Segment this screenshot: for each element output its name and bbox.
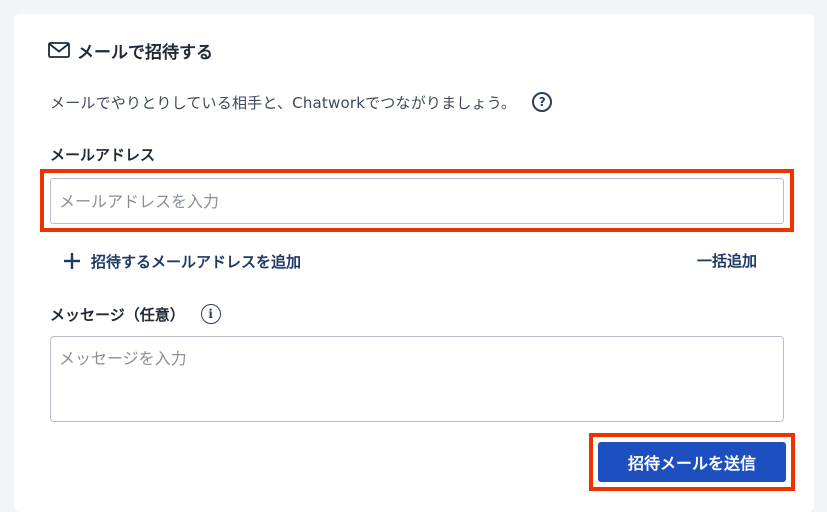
add-email-label: 招待するメールアドレスを追加: [91, 252, 302, 271]
info-circle-icon[interactable]: i: [200, 304, 221, 324]
message-textarea[interactable]: [50, 336, 784, 422]
section-header: メールで招待する: [48, 38, 213, 63]
mail-icon: [48, 42, 70, 58]
message-label: メッセージ（任意）: [50, 305, 185, 324]
section-title: メールで招待する: [77, 42, 213, 63]
plus-icon: [64, 253, 80, 269]
send-invite-button[interactable]: 招待メールを送信: [598, 442, 786, 482]
add-email-button[interactable]: 招待するメールアドレスを追加: [62, 250, 301, 272]
question-circle-icon[interactable]: ?: [532, 92, 553, 112]
email-label: メールアドレス: [50, 146, 156, 164]
email-input[interactable]: [50, 178, 784, 224]
message-label-row: メッセージ（任意） i: [50, 303, 221, 325]
description-text: メールでやりとりしている相手と、Chatworkでつながりましょう。: [50, 93, 517, 112]
bulk-add-link[interactable]: 一括追加: [697, 250, 757, 272]
description-row: メールでやりとりしている相手と、Chatworkでつながりましょう。 ?: [50, 90, 553, 114]
